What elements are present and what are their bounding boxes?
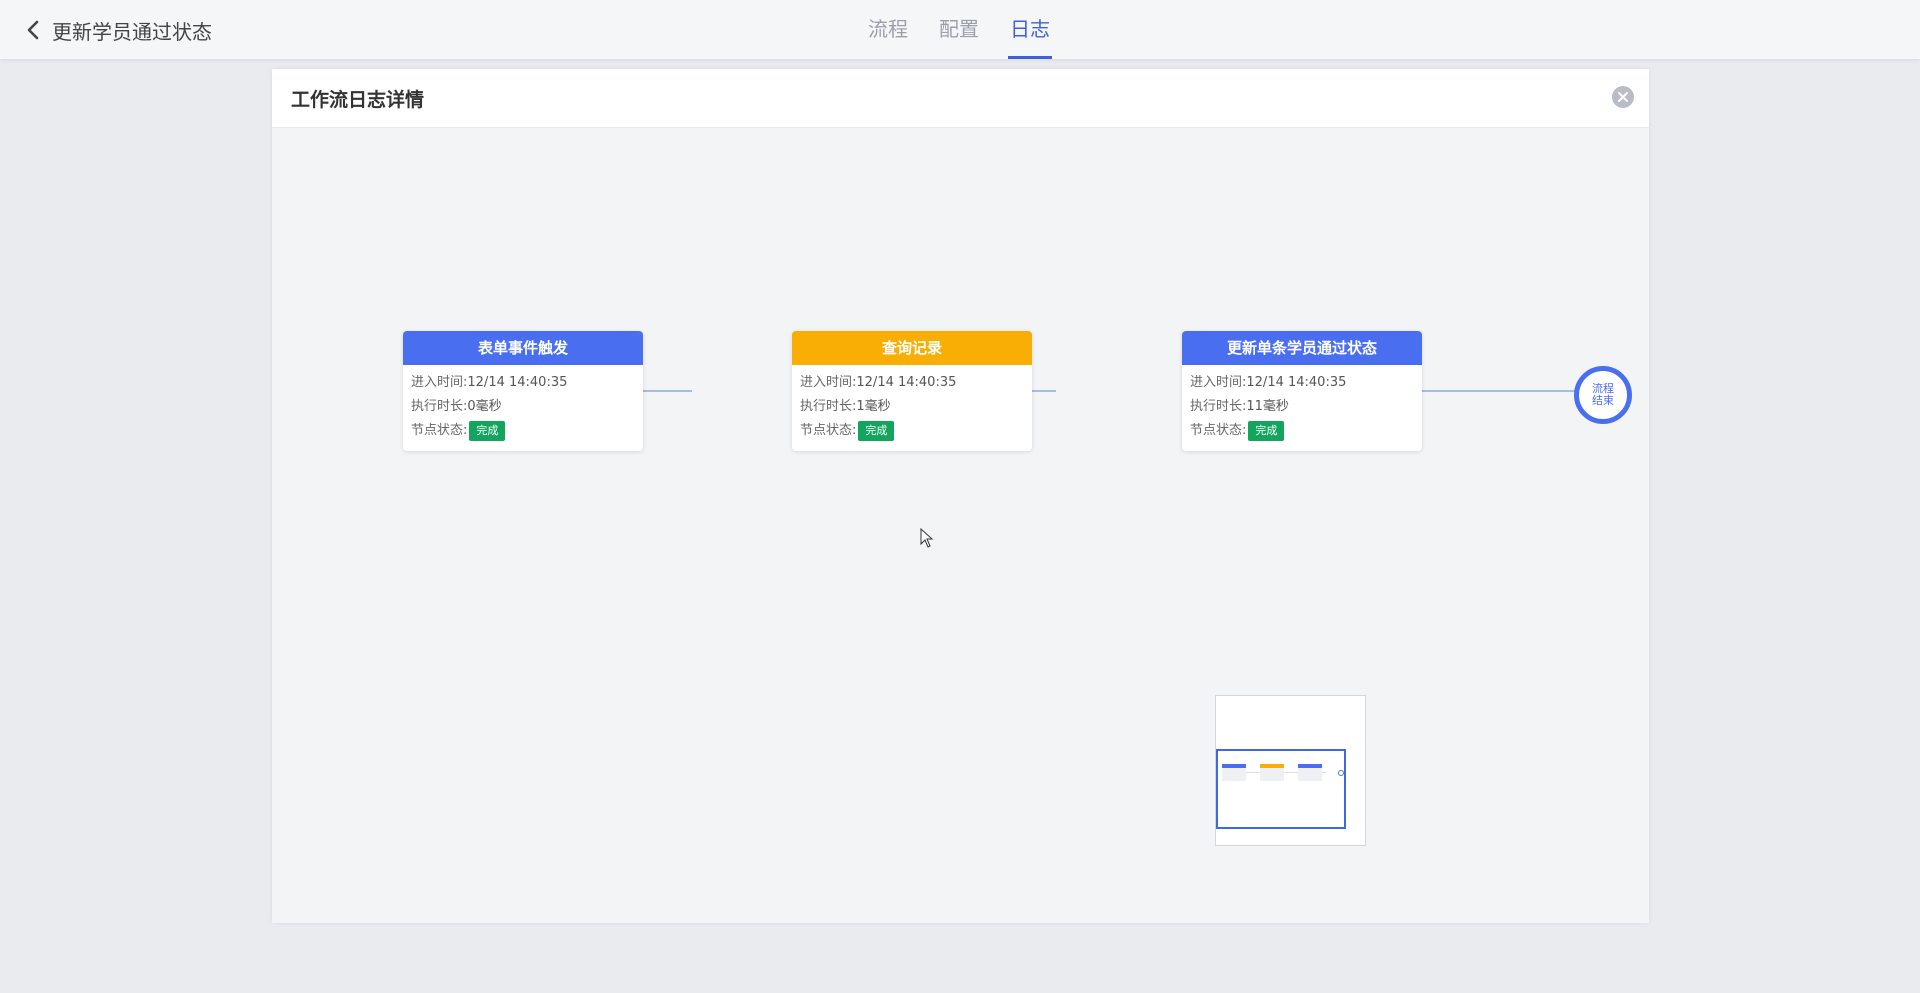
chevron-left-icon xyxy=(27,20,39,40)
status-label: 节点状态: xyxy=(1190,423,1247,438)
duration-value: 0毫秒 xyxy=(467,399,502,414)
enter-time-label: 进入时间: xyxy=(411,375,468,390)
tab-bar: 流程 配置 日志 xyxy=(866,0,1079,59)
enter-time-label: 进入时间: xyxy=(1190,375,1247,390)
enter-time-value: 12/14 14:40:35 xyxy=(856,375,957,390)
status-label: 节点状态: xyxy=(411,423,468,438)
close-icon xyxy=(1618,92,1628,102)
node-title: 查询记录 xyxy=(792,331,1032,365)
tab-config[interactable]: 配置 xyxy=(937,0,981,59)
duration-label: 执行时长: xyxy=(411,399,468,414)
top-bar: 更新学员通过状态 流程 配置 日志 xyxy=(0,0,1920,60)
back-button[interactable]: 更新学员通过状态 xyxy=(22,17,212,44)
node-title: 更新单条学员通过状态 xyxy=(1182,331,1422,365)
end-node-line2: 结束 xyxy=(1592,394,1614,407)
tab-flow[interactable]: 流程 xyxy=(866,0,910,59)
status-label: 节点状态: xyxy=(800,423,857,438)
panel-title: 工作流日志详情 xyxy=(291,89,425,111)
workflow-canvas[interactable]: 表单事件触发 进入时间: 12/14 14:40:35 执行时长: 0毫秒 节点… xyxy=(272,128,1649,923)
minimap-viewport[interactable] xyxy=(1216,749,1346,829)
workflow-node-query[interactable]: 查询记录 进入时间: 12/14 14:40:35 执行时长: 1毫秒 节点状态… xyxy=(792,331,1032,451)
duration-value: 11毫秒 xyxy=(1246,399,1289,414)
page-title: 更新学员通过状态 xyxy=(52,19,212,44)
enter-time-label: 进入时间: xyxy=(800,375,857,390)
status-badge: 完成 xyxy=(858,421,895,441)
panel-header: 工作流日志详情 xyxy=(272,69,1649,128)
enter-time-value: 12/14 14:40:35 xyxy=(1246,375,1347,390)
close-button[interactable] xyxy=(1612,86,1634,108)
duration-label: 执行时长: xyxy=(800,399,857,414)
workflow-node-update[interactable]: 更新单条学员通过状态 进入时间: 12/14 14:40:35 执行时长: 11… xyxy=(1182,331,1422,451)
node-title: 表单事件触发 xyxy=(403,331,643,365)
minimap[interactable] xyxy=(1215,695,1366,846)
status-badge: 完成 xyxy=(469,421,506,441)
workflow-end-node[interactable]: 流程 结束 xyxy=(1574,366,1632,424)
duration-value: 1毫秒 xyxy=(856,399,891,414)
status-badge: 完成 xyxy=(1248,421,1285,441)
tab-log[interactable]: 日志 xyxy=(1008,0,1052,59)
duration-label: 执行时长: xyxy=(1190,399,1247,414)
mouse-cursor-icon xyxy=(920,528,934,548)
enter-time-value: 12/14 14:40:35 xyxy=(467,375,568,390)
log-detail-panel: 工作流日志详情 表单事件触发 进入时间: 12/14 14:40:35 执行时长… xyxy=(272,69,1649,923)
workflow-node-trigger[interactable]: 表单事件触发 进入时间: 12/14 14:40:35 执行时长: 0毫秒 节点… xyxy=(403,331,643,451)
